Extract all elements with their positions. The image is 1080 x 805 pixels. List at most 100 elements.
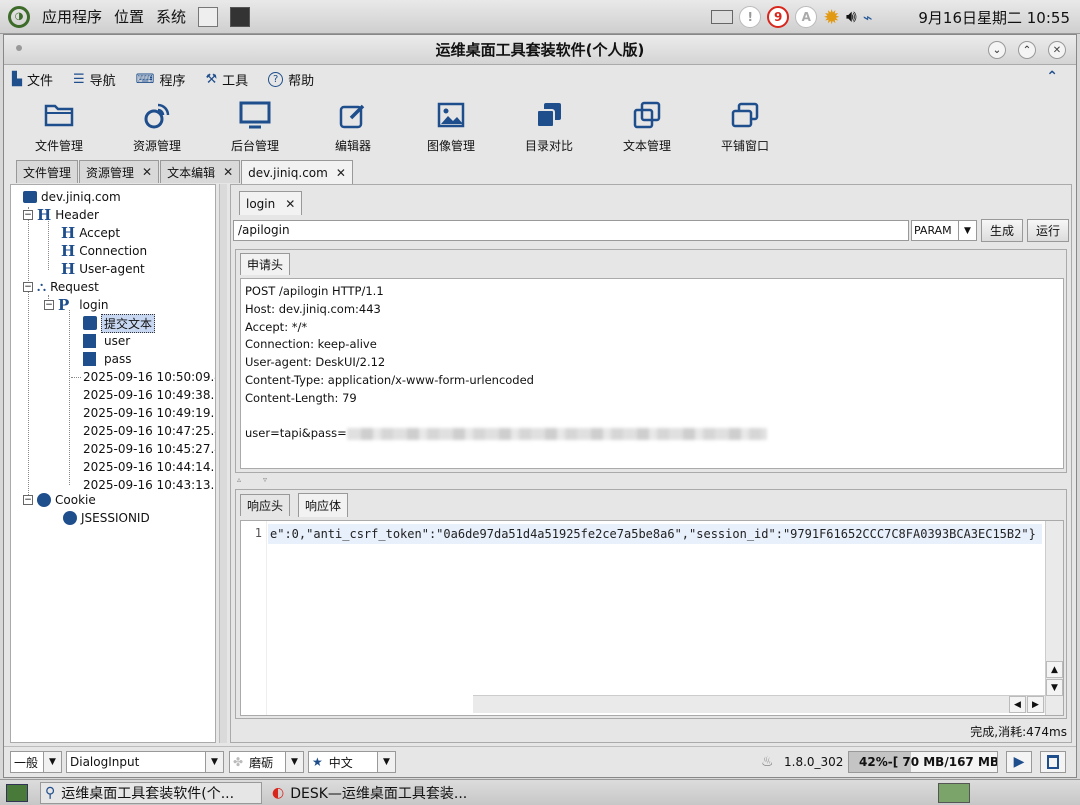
scroll-left-icon[interactable]: ◀ — [1009, 696, 1026, 713]
request-body-line: user=tapi&pass= — [245, 425, 1059, 443]
run-button[interactable]: 运行 — [1027, 219, 1069, 242]
applications-logo-icon[interactable]: ◑ — [8, 5, 30, 28]
chevron-down-icon[interactable]: ▼ — [377, 752, 395, 772]
menu-tools[interactable]: ⚒ 工具 — [205, 70, 248, 89]
tab-response-header[interactable]: 响应头 — [240, 494, 291, 516]
tree-item-connection[interactable]: H Connection — [61, 242, 147, 260]
play-button[interactable]: ▶ — [1006, 751, 1032, 773]
collapse-icon[interactable]: − — [44, 300, 54, 310]
network-icon[interactable]: ⌁ — [863, 8, 873, 27]
tree-item-pass[interactable]: pass — [83, 350, 131, 368]
chevron-down-icon[interactable]: ▼ — [205, 752, 223, 772]
history-label: 2025-09-16 10:45:27.4 — [83, 442, 216, 456]
history-item[interactable]: 2025-09-16 10:47:25.4 — [71, 422, 215, 440]
close-tab-icon[interactable]: ✕ — [285, 197, 295, 211]
theme-select[interactable]: ✤ 磨砺 ▼ — [229, 751, 304, 773]
show-desktop-icon[interactable] — [6, 784, 28, 802]
menu-navigate[interactable]: ☰ 导航 — [73, 70, 116, 89]
history-item[interactable]: 2025-09-16 10:49:38.1 — [71, 386, 215, 404]
vertical-splitter[interactable]: ▵ ▿ — [231, 475, 1071, 485]
history-item[interactable]: 2025-09-16 10:45:27.4 — [71, 440, 216, 458]
level-select[interactable]: 一般 ▼ — [10, 751, 62, 773]
history-item[interactable]: 2025-09-16 10:50:09.4 — [71, 368, 215, 386]
tree-root[interactable]: dev.jiniq.com — [23, 188, 121, 206]
param-select[interactable]: PARAM ▼ — [911, 220, 977, 241]
taskbar-item-app[interactable]: ⚲ 运维桌面工具套装软件(个... — [40, 782, 262, 804]
chevron-down-icon[interactable]: ▼ — [958, 221, 976, 240]
response-body-view[interactable]: 1 e":0,"anti_csrf_token":"0a6de97da51d4a… — [240, 520, 1064, 716]
tree-item-submit-text[interactable]: 提交文本 — [83, 313, 156, 333]
resource-manager-button[interactable]: 资源管理 — [108, 92, 206, 158]
tree-node-cookie[interactable]: − Cookie — [23, 491, 96, 509]
url-input[interactable]: /apilogin — [233, 220, 909, 241]
menu-help[interactable]: ? 帮助 — [268, 70, 314, 89]
window-titlebar[interactable]: 运维桌面工具套装软件(个人版) ⌄ ⌃ ✕ — [4, 35, 1076, 65]
close-tab-icon[interactable]: ✕ — [336, 166, 346, 180]
image-manager-button[interactable]: 图像管理 — [402, 92, 500, 158]
text-manager-button[interactable]: 文本管理 — [598, 92, 696, 158]
split-divider[interactable] — [219, 184, 227, 743]
tree-item-user[interactable]: user — [83, 332, 130, 350]
history-item[interactable]: 2025-09-16 10:49:19.2 — [71, 404, 215, 422]
tile-windows-button[interactable]: 平铺窗口 — [696, 92, 794, 158]
update-notice-icon[interactable]: ! — [739, 6, 762, 28]
close-tab-icon[interactable]: ✕ — [223, 165, 233, 179]
scroll-right-icon[interactable]: ▶ — [1027, 696, 1044, 713]
tab-text-edit[interactable]: 文本编辑 ✕ — [160, 160, 241, 183]
tree-item-jsessionid[interactable]: JSESSIONID — [63, 509, 150, 527]
maximize-button[interactable]: ⌃ — [1018, 41, 1036, 59]
chevron-down-icon[interactable]: ▼ — [43, 752, 61, 772]
scroll-down-icon[interactable]: ▼ — [1046, 679, 1063, 696]
tab-file-manager[interactable]: 文件管理 — [16, 160, 79, 183]
tab-resource-manager[interactable]: 资源管理 ✕ — [79, 160, 160, 183]
tree-node-request[interactable]: − ⛬ Request — [23, 278, 99, 296]
tree-item-accept[interactable]: H Accept — [61, 224, 120, 242]
input-mode-select[interactable]: DialogInput ▼ — [66, 751, 224, 773]
language-select[interactable]: ★ 中文 ▼ — [308, 751, 396, 773]
window-menu-dot-icon[interactable] — [16, 45, 22, 51]
memory-usage-bar[interactable]: 42%-[ 70 MB/167 MB ] — [848, 751, 998, 773]
chevron-down-icon[interactable]: ▼ — [285, 752, 303, 772]
menu-program[interactable]: ⌨ 程序 — [136, 70, 186, 89]
clock[interactable]: 9月16日星期二 10:55 — [918, 7, 1070, 28]
workspace-switcher-icon[interactable] — [938, 783, 970, 803]
horizontal-scrollbar[interactable]: ◀ ▶ — [473, 695, 1045, 713]
volume-icon[interactable]: 🔊︎ — [846, 7, 857, 27]
system-menu-places[interactable]: 位置 — [114, 6, 144, 27]
minimize-button[interactable]: ⌄ — [988, 41, 1006, 59]
tree-item-user-agent[interactable]: H User-agent — [61, 260, 145, 278]
request-text-area[interactable]: POST /apilogin HTTP/1.1 Host: dev.jiniq.… — [240, 278, 1064, 469]
settings-sun-icon[interactable]: ✹ — [823, 5, 840, 29]
tree-node-header[interactable]: − H Header — [23, 206, 99, 224]
notification-badge[interactable]: 9 — [767, 6, 790, 28]
close-window-button[interactable]: ✕ — [1048, 41, 1066, 59]
dir-compare-button[interactable]: 目录对比 — [500, 92, 598, 158]
taskbar-item-browser[interactable]: ◐ DESK—运维桌面工具套装... — [268, 782, 518, 804]
system-menu-applications[interactable]: 应用程序 — [42, 6, 102, 27]
tab-dev-jiniq[interactable]: dev.jiniq.com ✕ — [241, 160, 353, 184]
editor-button[interactable]: 编辑器 — [304, 92, 402, 158]
tab-request-header[interactable]: 申请头 — [240, 253, 291, 275]
history-item[interactable]: 2025-09-16 10:44:14.0 — [71, 458, 216, 476]
system-menu-system[interactable]: 系统 — [156, 6, 186, 27]
tree-node-login[interactable]: − P login — [44, 296, 109, 314]
tab-response-body[interactable]: 响应体 — [298, 493, 349, 517]
keyboard-icon[interactable] — [711, 10, 734, 24]
notes-launcher-icon[interactable] — [198, 6, 219, 27]
vertical-scrollbar[interactable]: ▲ ▼ — [1045, 521, 1063, 715]
collapse-toolbar-icon[interactable]: ⌃ — [1046, 69, 1058, 85]
collapse-icon[interactable]: − — [23, 210, 33, 220]
file-manager-button[interactable]: 文件管理 — [10, 92, 108, 158]
collapse-icon[interactable]: − — [23, 282, 33, 292]
backend-manager-button[interactable]: 后台管理 — [206, 92, 304, 158]
terminal-launcher-icon[interactable] — [230, 6, 251, 27]
generate-button[interactable]: 生成 — [981, 219, 1023, 242]
input-method-icon[interactable]: A — [795, 6, 818, 28]
tab-login[interactable]: login ✕ — [239, 191, 303, 215]
menu-file[interactable]: ▙ 文件 — [12, 70, 53, 89]
trash-button[interactable] — [1040, 751, 1066, 773]
close-tab-icon[interactable]: ✕ — [142, 165, 152, 179]
collapse-icon[interactable]: − — [23, 495, 33, 505]
history-label: 2025-09-16 10:44:14.0 — [83, 460, 216, 474]
scroll-up-icon[interactable]: ▲ — [1046, 661, 1063, 678]
